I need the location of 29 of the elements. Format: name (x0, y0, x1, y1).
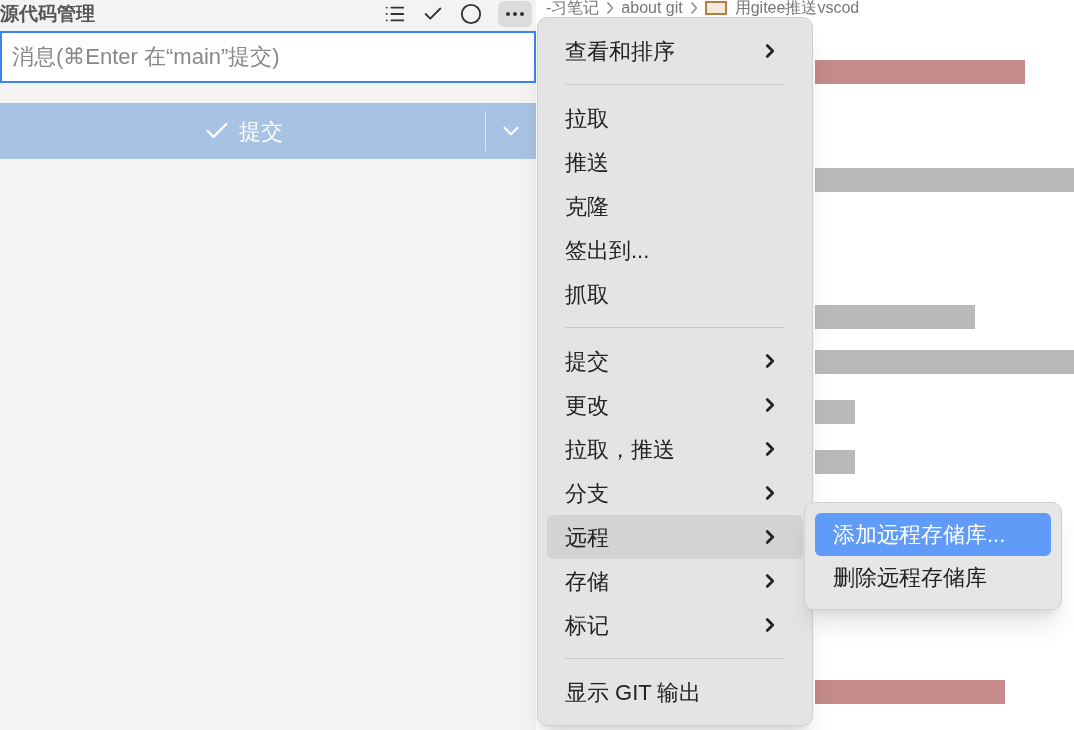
menu-item[interactable]: 抓取 (547, 272, 803, 316)
panel-title: 源代码管理 (0, 3, 95, 25)
menu-item[interactable]: 远程 (547, 515, 803, 559)
circle-icon[interactable] (460, 3, 482, 25)
commit-label: 提交 (238, 117, 283, 146)
menu-item[interactable]: 标记 (547, 603, 803, 647)
breadcrumb-separator-icon (690, 2, 697, 14)
breadcrumb-item[interactable]: about git (621, 0, 683, 16)
menu-item[interactable]: 存储 (547, 559, 803, 603)
menu-item[interactable]: 删除远程存储库 (815, 556, 1051, 599)
more-button[interactable] (498, 1, 532, 27)
breadcrumb-separator-icon (607, 2, 614, 14)
menu-item[interactable]: 签出到... (547, 228, 803, 272)
menu-item[interactable]: 拉取 (547, 96, 803, 140)
more-icon (506, 12, 524, 16)
breadcrumb-item[interactable]: -习笔记 (546, 0, 600, 16)
menu-item[interactable]: 推送 (547, 140, 803, 184)
menu-item[interactable]: 显示 GIT 输出 (547, 670, 803, 714)
blurred-text (815, 450, 855, 474)
menu-item[interactable]: 克隆 (547, 184, 803, 228)
message-input-field[interactable]: 消息(⌘Enter 在“main”提交) (0, 31, 536, 83)
menu-item[interactable]: 提交 (547, 339, 803, 383)
menu-item[interactable]: 更改 (547, 383, 803, 427)
blurred-text (815, 400, 855, 424)
menu-item[interactable]: 查看和排序 (547, 29, 803, 73)
markdown-file-icon (704, 1, 727, 15)
menu-item[interactable]: 拉取，推送 (547, 427, 803, 471)
menu-item[interactable]: 分支 (547, 471, 803, 515)
breadcrumb-item[interactable]: 用gitee推送vscod (734, 0, 860, 16)
